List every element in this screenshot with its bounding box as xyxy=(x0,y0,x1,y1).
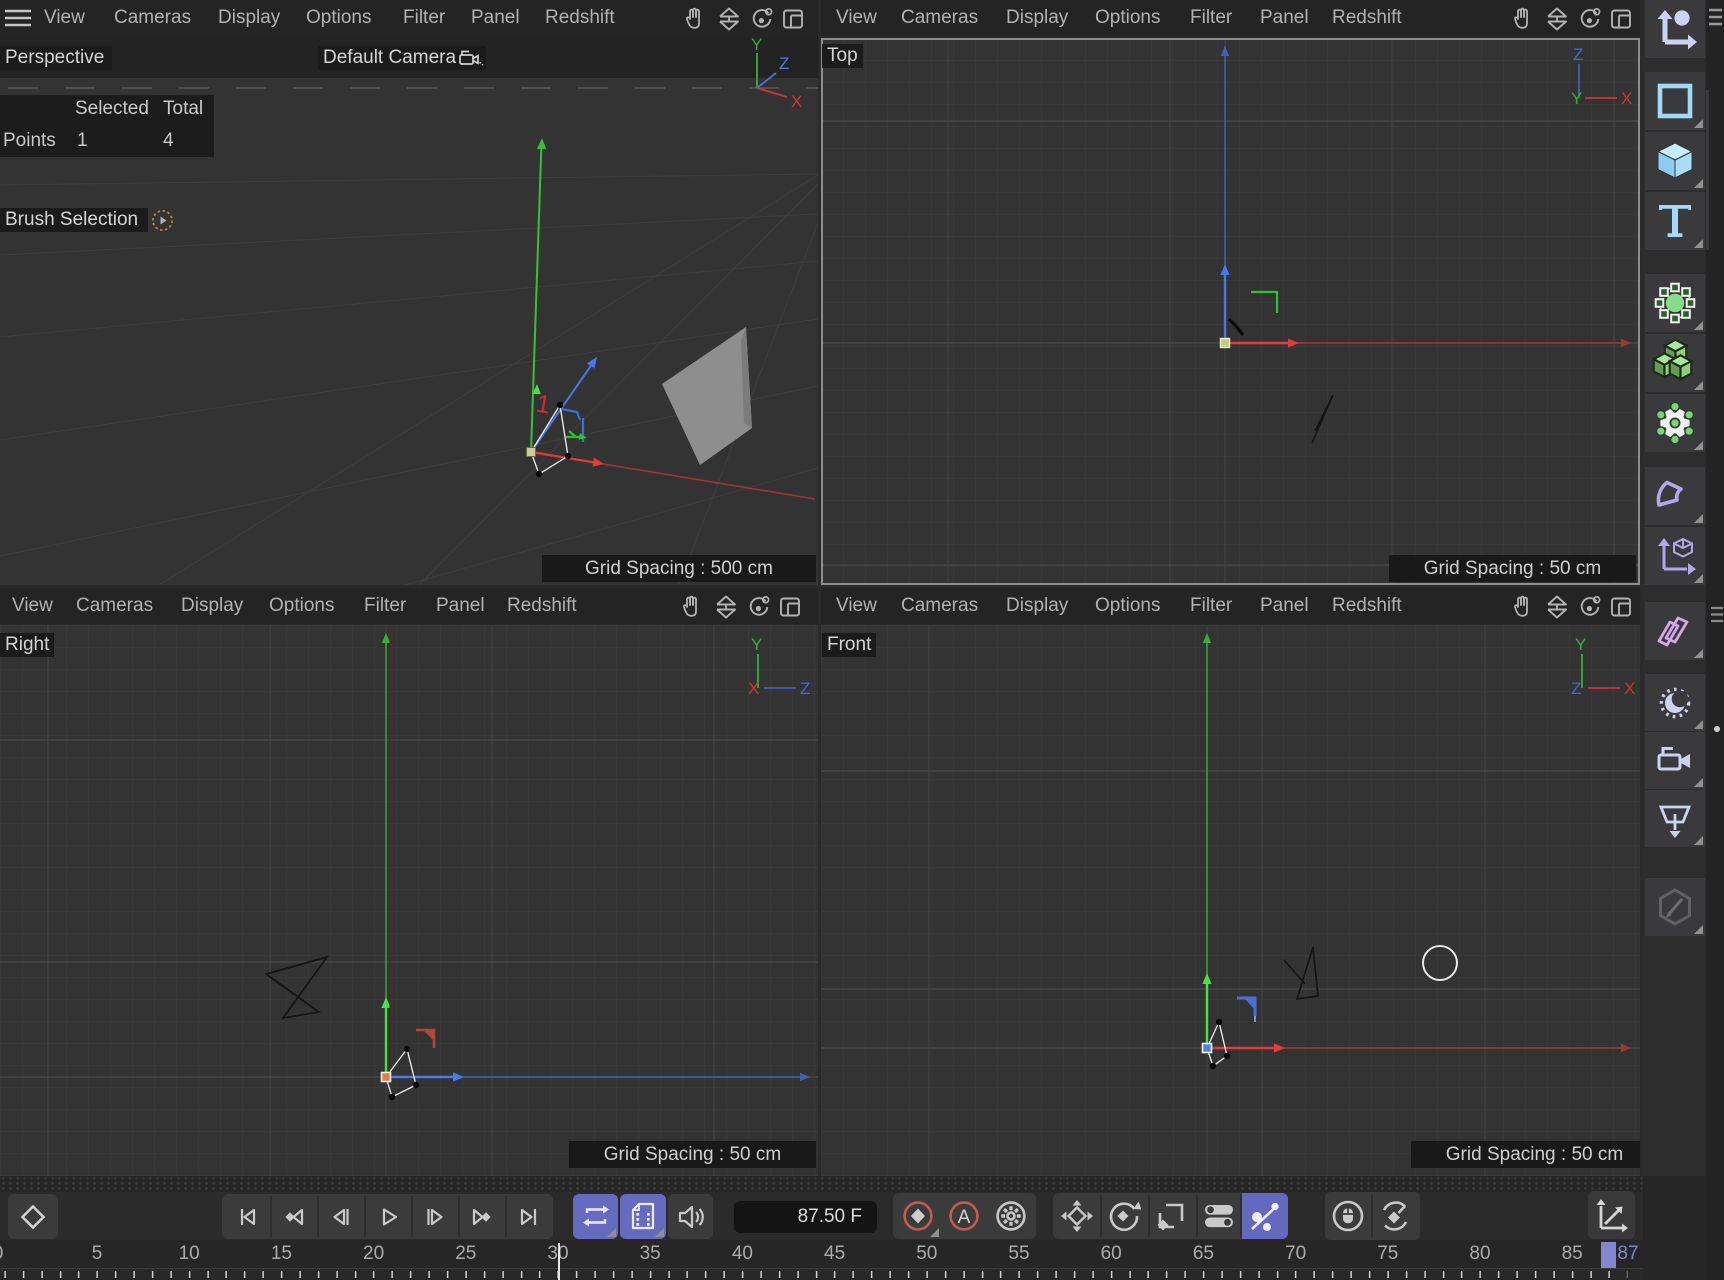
svg-text:X: X xyxy=(748,679,759,698)
svg-text:Z: Z xyxy=(800,679,810,698)
svg-text:X: X xyxy=(1621,89,1632,108)
svg-text:Y: Y xyxy=(1571,89,1582,108)
svg-text:Z: Z xyxy=(1571,679,1581,698)
svg-text:Z: Z xyxy=(1573,45,1583,64)
svg-text:Y: Y xyxy=(751,635,762,654)
svg-text:Z: Z xyxy=(779,54,789,73)
svg-text:A: A xyxy=(958,1207,971,1228)
svg-text:X: X xyxy=(791,92,802,111)
svg-text:Y: Y xyxy=(751,38,762,54)
svg-text:Y: Y xyxy=(1575,635,1586,654)
svg-text:X: X xyxy=(1624,679,1635,698)
